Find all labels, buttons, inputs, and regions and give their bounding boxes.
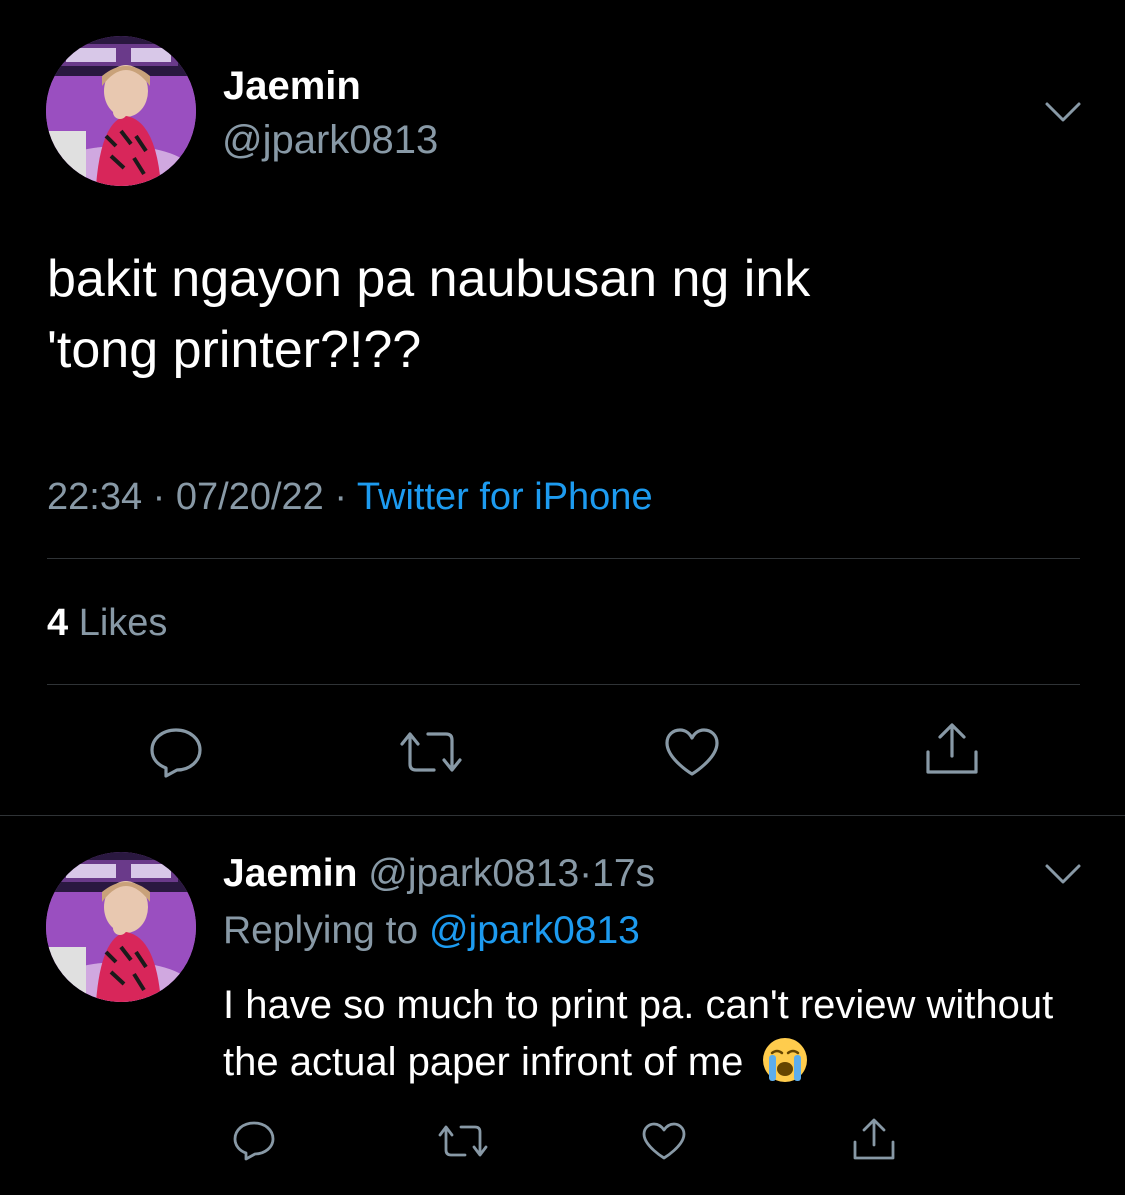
meta-separator: ·: [152, 476, 166, 518]
replying-to-mention[interactable]: @jpark0813: [429, 909, 640, 952]
reply-text: I have so much to print pa. can't review…: [223, 983, 1054, 1084]
replying-to-label: Replying to: [223, 909, 419, 952]
retweet-icon[interactable]: [436, 1122, 490, 1160]
chevron-down-icon[interactable]: [1044, 100, 1082, 126]
tweet-time: 22:34: [47, 476, 143, 518]
share-icon[interactable]: [922, 720, 982, 778]
retweet-icon[interactable]: [396, 728, 466, 776]
divider: [47, 684, 1080, 685]
share-icon[interactable]: [850, 1116, 898, 1162]
author-name[interactable]: Jaemin: [223, 64, 361, 109]
divider: [47, 558, 1080, 559]
likes-summary[interactable]: 4 Likes: [47, 602, 167, 645]
author-handle[interactable]: @jpark0813: [222, 118, 438, 163]
heart-icon[interactable]: [663, 726, 721, 778]
reply-age: 17s: [592, 852, 656, 895]
reply-text-block: I have so much to print pa. can't review…: [223, 977, 1103, 1091]
tweet-meta: 22:34 · 07/20/22 · Twitter for iPhone: [47, 476, 653, 519]
likes-count: 4: [47, 602, 69, 644]
likes-label: Likes: [78, 602, 168, 644]
tweet-text: bakit ngayon pa naubusan ng ink 'tong pr…: [47, 250, 811, 379]
reply-separator: ·: [579, 852, 593, 895]
divider: [0, 815, 1125, 816]
tweet-source-link[interactable]: Twitter for iPhone: [357, 476, 653, 518]
avatar[interactable]: [46, 36, 196, 186]
avatar[interactable]: [46, 852, 196, 1002]
reply-author-handle[interactable]: @jpark0813: [368, 852, 579, 895]
meta-separator: ·: [334, 476, 348, 518]
tweet-date: 07/20/22: [175, 476, 324, 518]
chevron-down-icon[interactable]: [1044, 862, 1082, 888]
speech-bubble-icon[interactable]: [231, 1120, 277, 1162]
heart-icon[interactable]: [641, 1121, 687, 1161]
speech-bubble-icon[interactable]: [146, 726, 206, 778]
loudly-crying-face-icon: [763, 1038, 808, 1082]
reply-author-name[interactable]: Jaemin: [223, 852, 357, 895]
replying-to: Replying to @jpark0813: [223, 909, 640, 953]
reply-header: Jaemin @jpark0813·17s: [223, 852, 655, 896]
